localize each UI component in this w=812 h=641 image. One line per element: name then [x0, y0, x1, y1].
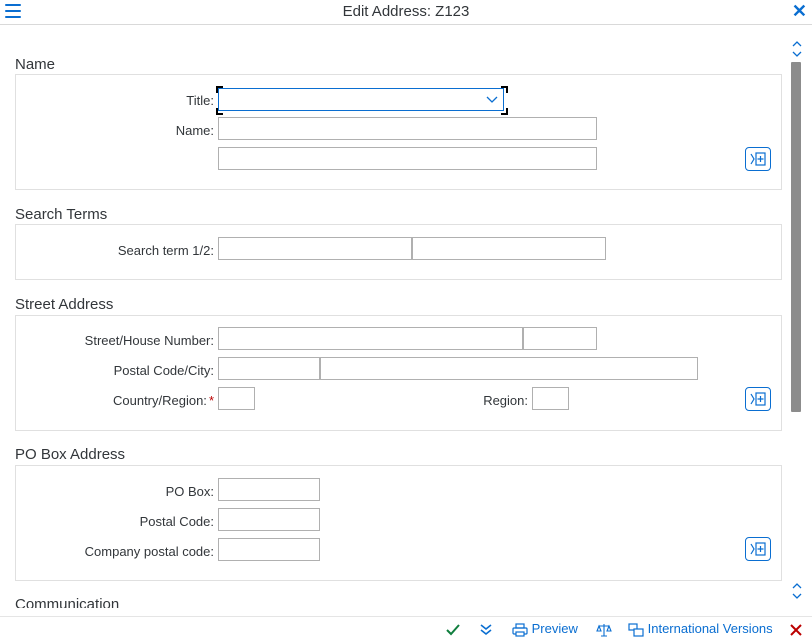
- group-title-communication: Communication: [15, 596, 120, 608]
- expand-fields-icon: [750, 392, 766, 406]
- close-icon[interactable]: ✕: [792, 1, 807, 21]
- form-content: Name Title: Name: Search Terms Search te…: [0, 25, 812, 608]
- name-input-1[interactable]: [218, 117, 597, 140]
- country-label-text: Country/Region:: [112, 393, 207, 408]
- group-title-name: Name: [15, 56, 56, 73]
- group-search: Search term 1/2:: [15, 224, 782, 280]
- double-chevron-down-icon: [480, 623, 492, 635]
- focus-corner: [501, 86, 508, 93]
- group-name: Title: Name:: [15, 74, 782, 190]
- preview-label: Preview: [531, 621, 578, 636]
- required-marker: *: [208, 393, 214, 408]
- international-versions-label: International Versions: [647, 621, 773, 636]
- focus-corner: [501, 108, 508, 115]
- compare-button[interactable]: [596, 621, 612, 637]
- group-title-search: Search Terms: [15, 206, 108, 223]
- focus-corner: [216, 108, 223, 115]
- focus-corner: [216, 86, 223, 93]
- expand-fields-icon: [750, 542, 766, 556]
- group-title-pobox: PO Box Address: [15, 446, 126, 463]
- scroll-up-icon[interactable]: [790, 40, 804, 58]
- international-versions-icon: [628, 622, 644, 637]
- country-input[interactable]: [218, 387, 255, 410]
- group-street: Street/House Number: Postal Code/City: C…: [15, 315, 782, 431]
- more-fields-button[interactable]: [745, 537, 771, 561]
- group-pobox: PO Box: Postal Code: Company postal code…: [15, 465, 782, 581]
- region-input[interactable]: [532, 387, 569, 410]
- title-bar: Edit Address: Z123 ✕: [0, 0, 812, 25]
- street-input[interactable]: [218, 327, 523, 350]
- title-label: Title:: [186, 93, 214, 108]
- name-label: Name:: [175, 123, 214, 138]
- search-term-2-input[interactable]: [412, 237, 606, 260]
- footer-toolbar: Preview International Versions: [0, 616, 812, 641]
- country-label: Country/Region: *: [113, 393, 214, 408]
- pobox-postal-input[interactable]: [218, 508, 320, 531]
- more-fields-button[interactable]: [745, 387, 771, 411]
- group-title-street: Street Address: [15, 296, 114, 313]
- balance-scale-icon: [596, 623, 612, 637]
- pobox-label: PO Box:: [165, 484, 214, 499]
- postal-code-input[interactable]: [218, 357, 320, 380]
- window-title: Edit Address: Z123: [342, 3, 470, 20]
- checkmark-icon: [446, 623, 460, 636]
- search-term-label: Search term 1/2:: [117, 243, 214, 258]
- international-versions-button[interactable]: International Versions: [628, 621, 773, 637]
- cancel-button[interactable]: [789, 621, 803, 637]
- company-postal-label: Company postal code:: [84, 544, 214, 559]
- city-input[interactable]: [320, 357, 698, 380]
- house-number-input[interactable]: [523, 327, 597, 350]
- name-input-2[interactable]: [218, 147, 597, 170]
- more-fields-button[interactable]: [745, 147, 771, 171]
- region-label: Region:: [483, 393, 528, 408]
- scroll-down-icon[interactable]: [790, 582, 804, 600]
- continue-button[interactable]: [478, 621, 494, 637]
- pobox-postal-label: Postal Code:: [139, 514, 214, 529]
- chevron-down-icon: [486, 96, 498, 103]
- preview-button[interactable]: Preview: [512, 621, 578, 637]
- expand-fields-icon: [750, 152, 766, 166]
- cancel-x-icon: [790, 623, 802, 636]
- pobox-input[interactable]: [218, 478, 320, 501]
- confirm-button[interactable]: [445, 621, 461, 637]
- street-label: Street/House Number:: [84, 333, 214, 348]
- title-dropdown[interactable]: [218, 88, 504, 111]
- printer-icon: [512, 622, 528, 637]
- search-term-1-input[interactable]: [218, 237, 412, 260]
- company-postal-input[interactable]: [218, 538, 320, 561]
- vertical-scrollbar[interactable]: [791, 62, 801, 412]
- postal-city-label: Postal Code/City:: [113, 363, 214, 378]
